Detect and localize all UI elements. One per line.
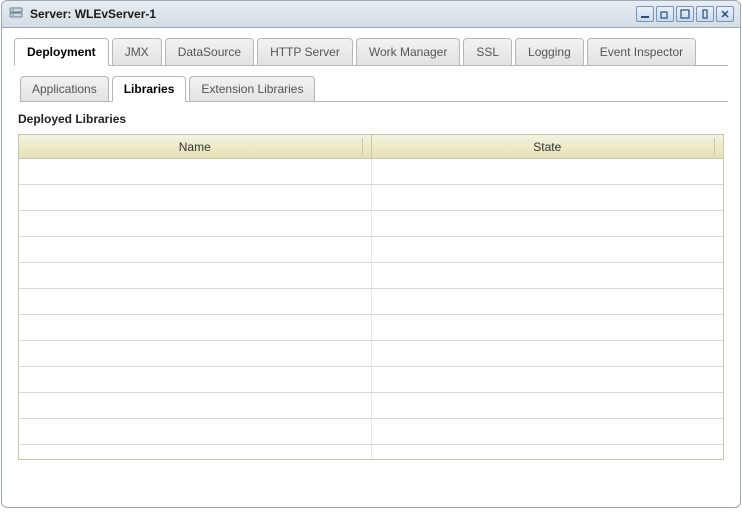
cell-name	[19, 263, 371, 288]
close-button[interactable]	[716, 6, 734, 22]
cell-state	[371, 289, 724, 314]
cell-state	[371, 393, 724, 418]
tab-label: HTTP Server	[270, 45, 340, 59]
table-row[interactable]	[19, 315, 723, 341]
tab-label: Work Manager	[369, 45, 447, 59]
table-body	[19, 159, 723, 459]
table-row[interactable]	[19, 419, 723, 445]
tab-label: SSL	[476, 45, 499, 59]
tab-ssl[interactable]: SSL	[463, 38, 512, 65]
cell-state	[371, 367, 724, 392]
table-row[interactable]	[19, 211, 723, 237]
cell-name	[19, 211, 371, 236]
minimize-button[interactable]	[636, 6, 654, 22]
cell-state	[371, 237, 724, 262]
tab-jmx[interactable]: JMX	[112, 38, 162, 65]
table-row[interactable]	[19, 393, 723, 419]
cell-state	[371, 159, 724, 184]
cell-state	[371, 445, 724, 459]
tab-label: Deployment	[27, 45, 96, 59]
table-row[interactable]	[19, 263, 723, 289]
column-header-name[interactable]: Name	[19, 135, 371, 158]
titlebar: Server: WLEvServer-1	[1, 0, 741, 28]
cell-name	[19, 237, 371, 262]
column-label: Name	[179, 140, 211, 154]
column-resize-handle[interactable]	[362, 138, 363, 155]
table-row[interactable]	[19, 341, 723, 367]
tab-http-server[interactable]: HTTP Server	[257, 38, 353, 65]
cell-state	[371, 185, 724, 210]
main-tabs: Deployment JMX DataSource HTTP Server Wo…	[14, 38, 728, 66]
subtab-applications[interactable]: Applications	[20, 76, 109, 101]
section-title: Deployed Libraries	[18, 112, 728, 126]
maximize-button[interactable]	[676, 6, 694, 22]
cell-name	[19, 341, 371, 366]
panel-body: Deployment JMX DataSource HTTP Server Wo…	[1, 28, 741, 508]
table-header: Name State	[19, 135, 723, 159]
subtab-label: Libraries	[124, 82, 175, 96]
cell-name	[19, 367, 371, 392]
tab-label: DataSource	[178, 45, 241, 59]
window-controls	[636, 6, 734, 22]
cell-state	[371, 341, 724, 366]
sub-tabs: Applications Libraries Extension Librari…	[20, 76, 728, 102]
cell-state	[371, 315, 724, 340]
tab-logging[interactable]: Logging	[515, 38, 584, 65]
column-header-state[interactable]: State	[371, 135, 724, 158]
tab-datasource[interactable]: DataSource	[165, 38, 254, 65]
tab-event-inspector[interactable]: Event Inspector	[587, 38, 696, 65]
tab-label: Logging	[528, 45, 571, 59]
table-row[interactable]	[19, 237, 723, 263]
window-title: Server: WLEvServer-1	[30, 7, 636, 21]
table-row	[19, 445, 723, 459]
tab-work-manager[interactable]: Work Manager	[356, 38, 460, 65]
column-resize-handle[interactable]	[714, 138, 715, 155]
cell-name	[19, 393, 371, 418]
table-row[interactable]	[19, 367, 723, 393]
subtab-label: Applications	[32, 82, 97, 96]
cell-state	[371, 211, 724, 236]
cell-name	[19, 159, 371, 184]
server-panel: Server: WLEvServer-1 Deployment JMX Data…	[1, 0, 741, 508]
column-label: State	[533, 140, 561, 154]
table-row[interactable]	[19, 185, 723, 211]
table-row[interactable]	[19, 289, 723, 315]
cell-name	[19, 289, 371, 314]
cell-name	[19, 419, 371, 444]
cell-name	[19, 185, 371, 210]
restore-button[interactable]	[656, 6, 674, 22]
cell-state	[371, 263, 724, 288]
collapse-button[interactable]	[696, 6, 714, 22]
subtab-label: Extension Libraries	[201, 82, 303, 96]
tab-label: JMX	[125, 45, 149, 59]
table-row[interactable]	[19, 159, 723, 185]
subtab-libraries[interactable]: Libraries	[112, 76, 187, 102]
libraries-table: Name State	[18, 134, 724, 460]
cell-state	[371, 419, 724, 444]
server-icon	[8, 6, 24, 22]
cell-name	[19, 315, 371, 340]
tab-deployment[interactable]: Deployment	[14, 38, 109, 66]
subtab-extension-libraries[interactable]: Extension Libraries	[189, 76, 315, 101]
cell-name	[19, 445, 371, 459]
tab-label: Event Inspector	[600, 45, 683, 59]
